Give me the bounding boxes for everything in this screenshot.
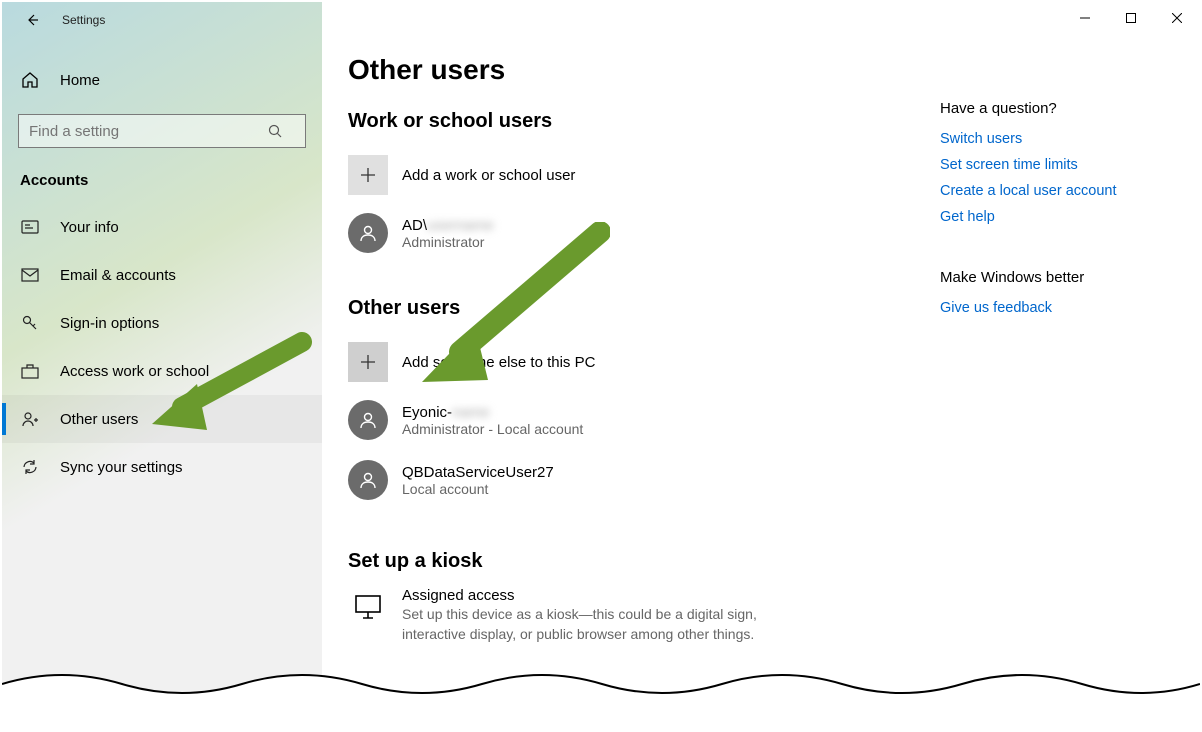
sidebar-item-label: Email & accounts [60, 267, 176, 284]
back-button[interactable] [20, 8, 44, 32]
mail-icon [20, 268, 40, 282]
window-title: Settings [62, 13, 105, 27]
add-other-user-label: Add someone else to this PC [402, 354, 595, 371]
better-heading: Make Windows better [940, 269, 1160, 286]
kiosk-assigned-access-button[interactable]: Assigned access Set up this device as a … [348, 587, 1174, 645]
sidebar-item-label: Access work or school [60, 363, 209, 380]
page-title: Other users [348, 54, 1174, 86]
minimize-button[interactable] [1062, 2, 1108, 34]
search-input[interactable] [18, 114, 306, 148]
help-heading: Have a question? [940, 100, 1160, 117]
user-text: Eyonic-name Administrator - Local accoun… [402, 404, 583, 437]
other-user-row[interactable]: QBDataServiceUser27 Local account [348, 450, 1174, 510]
redacted-text: name [452, 404, 490, 421]
card-icon [20, 220, 40, 234]
sidebar-item-signin[interactable]: Sign-in options [2, 299, 322, 347]
close-icon [1172, 13, 1182, 23]
sidebar-item-label: Your info [60, 219, 119, 236]
monitor-icon [348, 587, 388, 627]
plus-icon [348, 155, 388, 195]
home-icon [20, 71, 40, 89]
help-link-create-local-user[interactable]: Create a local user account [940, 183, 1160, 199]
close-button[interactable] [1154, 2, 1200, 34]
sidebar-item-label: Sync your settings [60, 459, 183, 476]
settings-window: Settings Home Accounts Your info E [2, 2, 1200, 702]
avatar-icon [348, 400, 388, 440]
section-heading-kiosk: Set up a kiosk [348, 550, 1174, 573]
sidebar-item-your-info[interactable]: Your info [2, 203, 322, 251]
maximize-button[interactable] [1108, 2, 1154, 34]
redacted-text: username [427, 217, 494, 234]
sidebar-section-label: Accounts [2, 166, 322, 203]
kiosk-text: Assigned access Set up this device as a … [402, 587, 822, 645]
sync-icon [20, 458, 40, 476]
add-other-user-button[interactable]: Add someone else to this PC [348, 334, 1174, 390]
sidebar-item-work[interactable]: Access work or school [2, 347, 322, 395]
person-plus-icon [20, 410, 40, 428]
user-text: QBDataServiceUser27 Local account [402, 464, 554, 497]
search-wrap [18, 114, 306, 148]
user-text: AD\username Administrator [402, 217, 494, 250]
help-link-get-help[interactable]: Get help [940, 209, 1160, 225]
sidebar-home-label: Home [60, 72, 100, 89]
search-icon [268, 124, 282, 138]
window-controls [1062, 2, 1200, 34]
help-link-switch-users[interactable]: Switch users [940, 131, 1160, 147]
sidebar-item-email[interactable]: Email & accounts [2, 251, 322, 299]
key-icon [20, 314, 40, 332]
add-work-user-label: Add a work or school user [402, 167, 575, 184]
sidebar-item-label: Other users [60, 411, 138, 428]
help-link-screen-time[interactable]: Set screen time limits [940, 157, 1160, 173]
sidebar-item-other-users[interactable]: Other users [2, 395, 322, 443]
wave-decoration [2, 666, 1200, 702]
minimize-icon [1080, 13, 1090, 23]
maximize-icon [1126, 13, 1136, 23]
sidebar-home[interactable]: Home [2, 56, 322, 104]
help-link-feedback[interactable]: Give us feedback [940, 300, 1160, 316]
arrow-left-icon [24, 12, 40, 28]
avatar-icon [348, 213, 388, 253]
sidebar-item-label: Sign-in options [60, 315, 159, 332]
titlebar-left: Settings [2, 2, 322, 38]
help-column: Have a question? Switch users Set screen… [940, 100, 1160, 326]
main-content: Other users Work or school users Add a w… [322, 2, 1200, 702]
avatar-icon [348, 460, 388, 500]
other-user-row[interactable]: Eyonic-name Administrator - Local accoun… [348, 390, 1174, 450]
sidebar-item-sync[interactable]: Sync your settings [2, 443, 322, 491]
plus-icon [348, 342, 388, 382]
sidebar: Settings Home Accounts Your info E [2, 2, 322, 702]
briefcase-icon [20, 363, 40, 379]
